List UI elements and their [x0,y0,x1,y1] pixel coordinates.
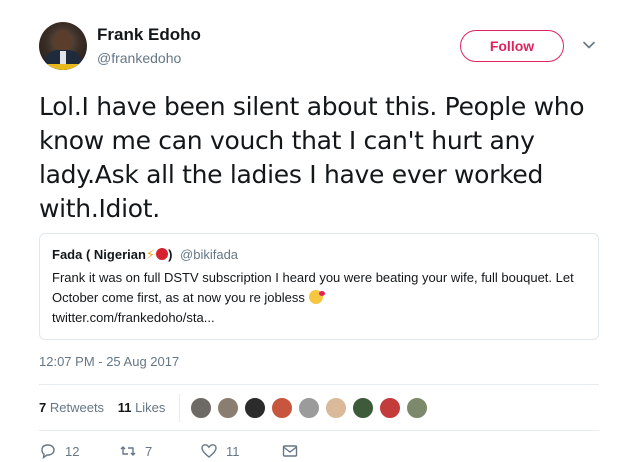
reply-icon [41,444,55,460]
envelope-icon [282,445,298,457]
likes-stat[interactable]: 11 Likes [118,400,166,415]
author-handle[interactable]: @frankedoho [97,50,181,66]
likes-count: 11 [117,400,132,415]
heart-icon [201,444,217,458]
tweet-text: Lol.I have been silent about this. Peopl… [39,92,585,223]
quoted-tweet[interactable]: Fada ( Nigerian⚡) @bikifada Frank it was… [39,233,599,340]
author-avatar[interactable] [39,22,87,70]
direct-message-button[interactable] [281,442,307,460]
liker-avatar[interactable] [216,396,240,420]
liker-avatar[interactable] [324,396,348,420]
divider [39,430,599,431]
chevron-down-icon[interactable] [582,38,596,52]
retweet-count: 7 [145,443,153,459]
retweets-label: Retweets [49,400,105,415]
retweet-icon [120,446,136,456]
quoted-tweet-header: Fada ( Nigerian⚡) @bikifada [52,247,238,263]
liker-avatar[interactable] [297,396,321,420]
reply-button[interactable]: 12 [39,442,79,460]
liker-avatar[interactable] [378,396,402,420]
lightning-emoji-icon: ⚡ [145,247,156,262]
stats-separator [179,394,180,422]
quoted-tweet-body: Frank it was on full DSTV subscription I… [52,268,582,328]
reply-count: 12 [65,443,80,459]
boxing-glove-emoji-icon [156,248,169,260]
liker-avatar[interactable] [243,396,267,420]
like-count: 11 [226,443,240,459]
like-button[interactable]: 11 [200,442,240,460]
liker-avatar[interactable] [351,396,375,420]
quoted-author-name-close: ) [168,247,173,262]
quoted-tweet-link[interactable]: twitter.com/frankedoho/sta... [52,310,215,325]
retweets-count: 7 [39,400,47,415]
kiss-face-emoji-icon [308,290,325,304]
divider [39,384,599,385]
liker-avatar[interactable] [405,396,429,420]
retweet-button[interactable]: 7 [119,442,152,460]
tweet-timestamp[interactable]: 12:07 PM - 25 Aug 2017 [39,354,179,369]
liker-avatar[interactable] [270,396,294,420]
follow-button[interactable]: Follow [460,30,564,62]
liker-avatar[interactable] [189,396,213,420]
likes-label: Likes [135,400,166,415]
quoted-author-handle: @bikifada [180,247,239,262]
retweets-stat[interactable]: 7 Retweets [39,400,104,415]
quoted-author-name: Fada ( Nigerian [52,247,146,262]
author-name[interactable]: Frank Edoho [97,25,201,45]
tweet-stats: 7 Retweets 11 Likes [39,400,165,415]
